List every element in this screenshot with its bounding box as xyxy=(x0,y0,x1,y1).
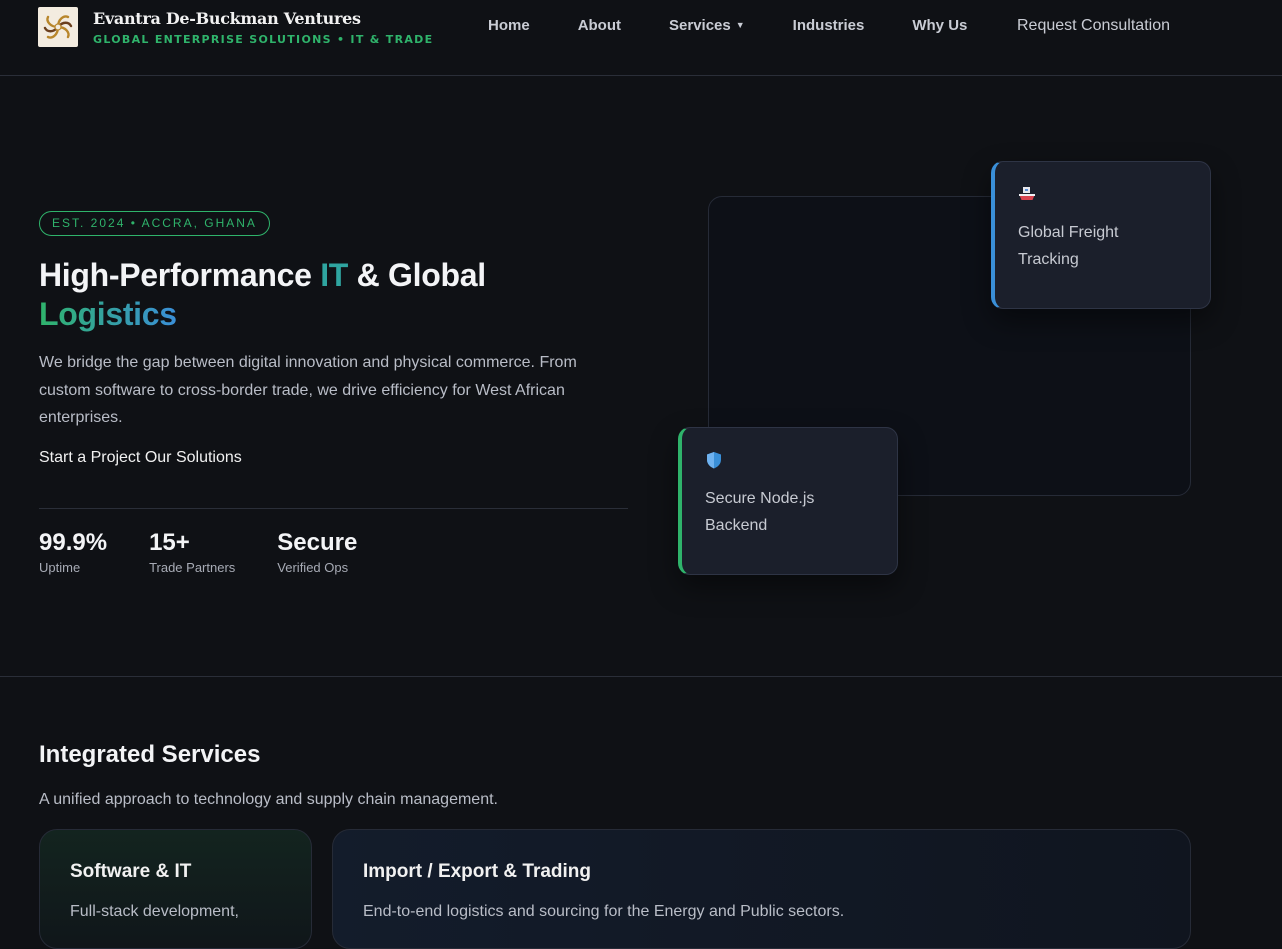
ship-icon xyxy=(1017,184,1037,204)
secure-card-label: Secure Node.js Backend xyxy=(705,490,815,534)
nav-about[interactable]: About xyxy=(578,17,621,34)
stat-label: Verified Ops xyxy=(277,560,349,575)
hero-title-it: IT xyxy=(320,257,349,293)
service-card-title: Software & IT xyxy=(70,861,192,882)
spiral-logo-icon xyxy=(38,7,78,47)
freight-tracking-card: Global Freight Tracking xyxy=(991,161,1211,309)
hero-divider xyxy=(39,508,628,509)
stat-value: Secure xyxy=(277,529,358,556)
secure-backend-card: Secure Node.js Backend xyxy=(678,427,898,575)
brand-name: Evantra De-Buckman Ventures xyxy=(93,8,361,28)
stat-trade-partners: 15+ Trade Partners xyxy=(149,528,235,575)
stat-uptime: 99.9% Uptime xyxy=(39,528,107,575)
services-section: Integrated Services A unified approach t… xyxy=(0,677,1282,949)
start-project-button[interactable]: Start a Project xyxy=(39,449,140,466)
hero-lead: We bridge the gap between digital innova… xyxy=(39,354,577,426)
nav-industries[interactable]: Industries xyxy=(793,17,865,34)
stat-verified-ops: Secure Verified Ops xyxy=(277,528,357,575)
main-nav: Home About Services ▼ Industries Why Us R… xyxy=(488,17,1170,35)
request-consultation-link[interactable]: Request Consultation xyxy=(1017,17,1170,35)
service-card-import-export[interactable]: Import / Export & Trading End-to-end log… xyxy=(332,829,1191,949)
site-header: Evantra De-Buckman Ventures GLOBAL ENTER… xyxy=(0,0,1282,76)
service-card-software-it[interactable]: Software & IT Full-stack development, xyxy=(39,829,312,949)
stat-label: Trade Partners xyxy=(149,560,236,575)
chevron-down-icon: ▼ xyxy=(735,20,745,30)
freight-card-label: Global Freight Tracking xyxy=(1018,224,1119,268)
hero-title-part1: High-Performance xyxy=(39,257,321,293)
brand-tagline: GLOBAL ENTERPRISE SOLUTIONS • IT & TRADE xyxy=(93,32,434,46)
established-badge: EST. 2024 • ACCRA, GHANA xyxy=(39,211,270,236)
our-solutions-button[interactable]: Our Solutions xyxy=(145,449,242,466)
services-subtitle: A unified approach to technology and sup… xyxy=(39,791,498,808)
hero-section: EST. 2024 • ACCRA, GHANA High-Performanc… xyxy=(0,76,1282,677)
stat-value: 15+ xyxy=(149,529,190,556)
brand[interactable]: Evantra De-Buckman Ventures GLOBAL ENTER… xyxy=(38,7,433,47)
service-card-desc: End-to-end logistics and sourcing for th… xyxy=(363,903,845,920)
nav-why-us[interactable]: Why Us xyxy=(912,17,967,34)
nav-services[interactable]: Services ▼ xyxy=(669,17,745,34)
stat-value: 99.9% xyxy=(39,529,108,556)
hero-title-part2: & Global xyxy=(348,257,486,293)
stat-label: Uptime xyxy=(39,560,81,575)
hero-stats: 99.9% Uptime 15+ Trade Partners Secure V… xyxy=(39,528,399,575)
nav-services-label: Services xyxy=(669,17,731,34)
hero-title: High-Performance IT & Global Logistics xyxy=(39,256,639,334)
service-card-desc: Full-stack development, xyxy=(70,903,239,920)
nav-home[interactable]: Home xyxy=(488,17,530,34)
shield-icon xyxy=(704,450,724,470)
hero-title-logistics: Logistics xyxy=(39,296,177,332)
hero-ctas: Start a Project Our Solutions xyxy=(39,449,242,467)
service-card-title: Import / Export & Trading xyxy=(363,861,592,882)
services-title: Integrated Services xyxy=(39,741,261,768)
